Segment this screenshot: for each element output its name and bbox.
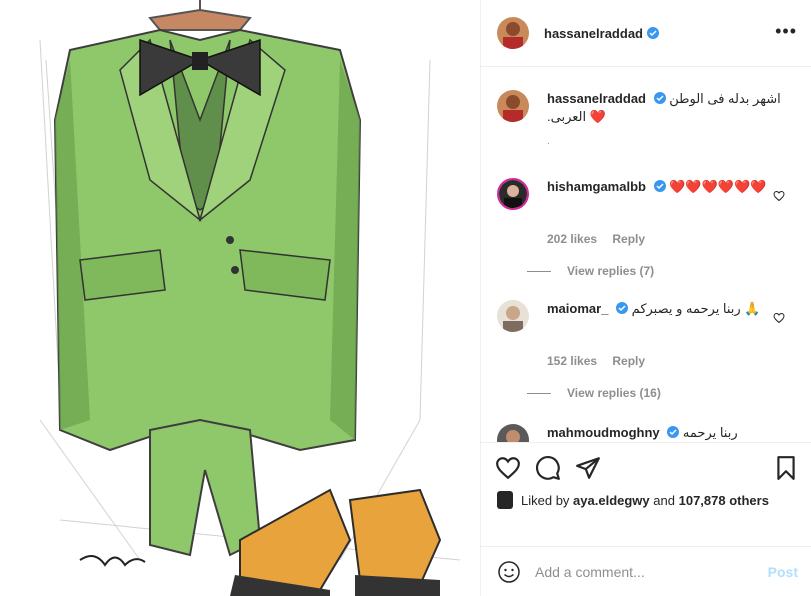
post-modal: hassanelraddad ••• hassanelraddad اشهر ب… [0,0,811,596]
bookmark-icon[interactable] [773,455,799,481]
liked-by: Liked by aya.eldegwy and 107,878 others [497,491,769,509]
liked-user[interactable]: aya.eldegwy [573,493,650,508]
comments-list: hassanelraddad اشهر بدله فى الوطن العربى… [481,68,811,442]
comment-avatar[interactable] [497,300,529,332]
smile-icon[interactable] [497,560,521,584]
comment-avatar[interactable] [497,178,529,210]
liked-and: and [653,492,675,508]
comment-username[interactable]: mahmoudmoghny [547,425,660,440]
reply-button[interactable]: Reply [612,232,645,246]
liker-avatar[interactable] [497,491,513,509]
view-replies-label: View replies (16) [567,386,661,400]
comment-input[interactable] [535,563,755,580]
suit-illustration [39,0,461,596]
comment-body: maiomar_ ربنا يرحمه و يصبركم 🙏 [547,300,767,318]
verified-icon [647,27,659,39]
reply-button[interactable]: Reply [612,354,645,368]
post-sidebar: hassanelraddad ••• hassanelraddad اشهر ب… [480,0,811,596]
divider [527,270,551,272]
share-icon[interactable] [575,455,601,481]
heart-icon[interactable] [773,312,785,324]
comment-likes[interactable]: 202 likes [547,232,597,246]
view-replies-button[interactable]: View replies (16) [527,386,661,400]
comment-likes[interactable]: 152 likes [547,354,597,368]
post-image[interactable] [0,0,480,596]
liked-prefix: Liked by [521,492,570,508]
comment-icon[interactable] [535,455,561,481]
view-replies-button[interactable]: View replies (7) [527,264,654,278]
comment-text: ربنا يرحمه و يصبركم 🙏 [631,301,761,316]
comment-body: hishamgamalbb ❤️❤️❤️❤️❤️❤️ [547,178,767,196]
comment-username[interactable]: maiomar_ [547,301,608,316]
caption-body: hassanelraddad اشهر بدله فى الوطن العربى… [547,90,787,126]
liked-count[interactable]: 107,878 others [679,493,769,508]
more-icon[interactable]: ••• [775,22,797,40]
comment-text: ربنا يرحمه [682,425,738,440]
verified-icon [616,302,629,314]
comment-text: ❤️❤️❤️❤️❤️❤️ [669,179,767,194]
heart-icon[interactable] [773,190,785,202]
caption-emoji: ❤️ [589,109,606,124]
caption-avatar[interactable] [497,90,529,122]
caption-dot: . [547,136,550,147]
heart-icon[interactable] [495,455,521,481]
divider [527,392,551,394]
comment-meta: 202 likes Reply [547,232,657,246]
add-comment-bar: Post [481,546,811,596]
author-username[interactable]: hassanelraddad [544,26,643,41]
comment-avatar[interactable] [497,424,529,442]
view-replies-label: View replies (7) [567,264,655,278]
verified-icon [653,180,666,192]
post-button[interactable]: Post [768,564,798,580]
caption-username[interactable]: hassanelraddad [547,91,646,106]
verified-icon [667,426,680,438]
comment-username[interactable]: hishamgamalbb [547,179,646,194]
post-header: hassanelraddad ••• [481,0,811,67]
author-avatar[interactable] [497,17,529,49]
verified-icon [653,92,666,104]
comment-meta: 152 likes Reply [547,354,657,368]
comment-body: mahmoudmoghny ربنا يرحمه [547,424,767,442]
